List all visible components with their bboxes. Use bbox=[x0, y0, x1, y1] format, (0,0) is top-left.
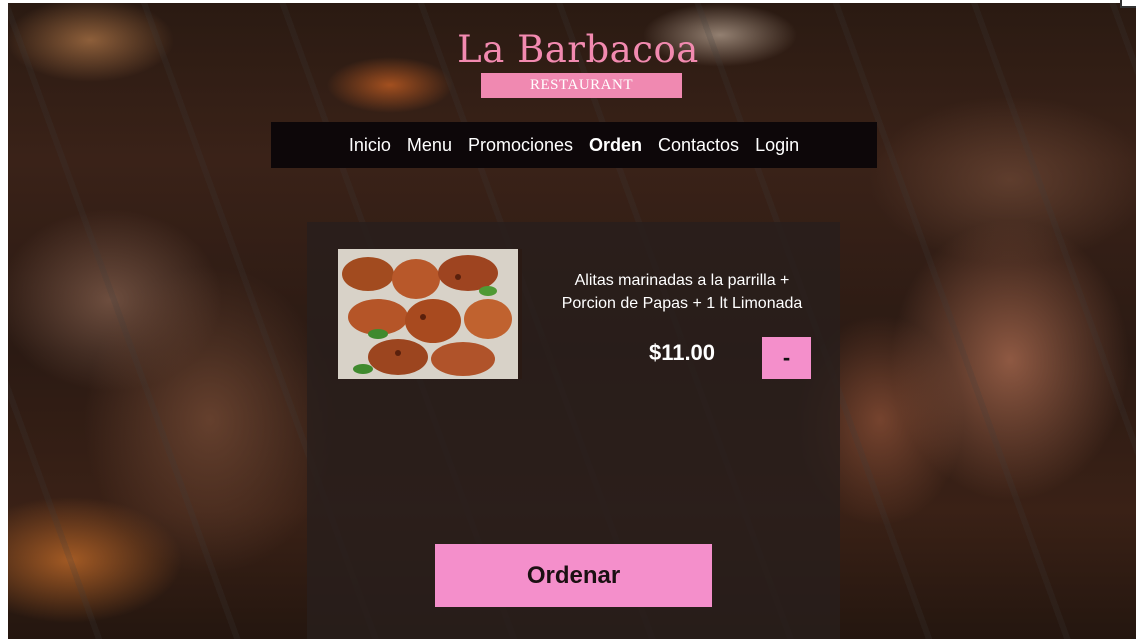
food-image bbox=[338, 249, 522, 379]
brand-title: La Barbacoa bbox=[457, 28, 699, 71]
order-button[interactable]: Ordenar bbox=[435, 544, 712, 607]
nav-item-inicio[interactable]: Inicio bbox=[349, 135, 391, 156]
nav-item-promociones[interactable]: Promociones bbox=[468, 135, 573, 156]
brand-subtitle: RESTAURANT bbox=[481, 73, 682, 98]
chicken-wings-illustration bbox=[338, 249, 522, 379]
order-panel: Alitas marinadas a la parrilla + Porcion… bbox=[307, 222, 840, 639]
nav-item-menu[interactable]: Menu bbox=[407, 135, 452, 156]
main-nav: Inicio Menu Promociones Orden Contactos … bbox=[271, 122, 877, 168]
nav-item-login[interactable]: Login bbox=[755, 135, 799, 156]
item-price: $11.00 bbox=[648, 340, 716, 365]
top-edge bbox=[0, 0, 1136, 3]
corner-mark bbox=[1120, 0, 1136, 8]
left-edge bbox=[0, 0, 8, 639]
nav-item-contactos[interactable]: Contactos bbox=[658, 135, 739, 156]
item-description: Alitas marinadas a la parrilla + Porcion… bbox=[561, 272, 803, 312]
nav-item-orden[interactable]: Orden bbox=[589, 135, 642, 156]
remove-item-button[interactable]: - bbox=[762, 337, 811, 379]
